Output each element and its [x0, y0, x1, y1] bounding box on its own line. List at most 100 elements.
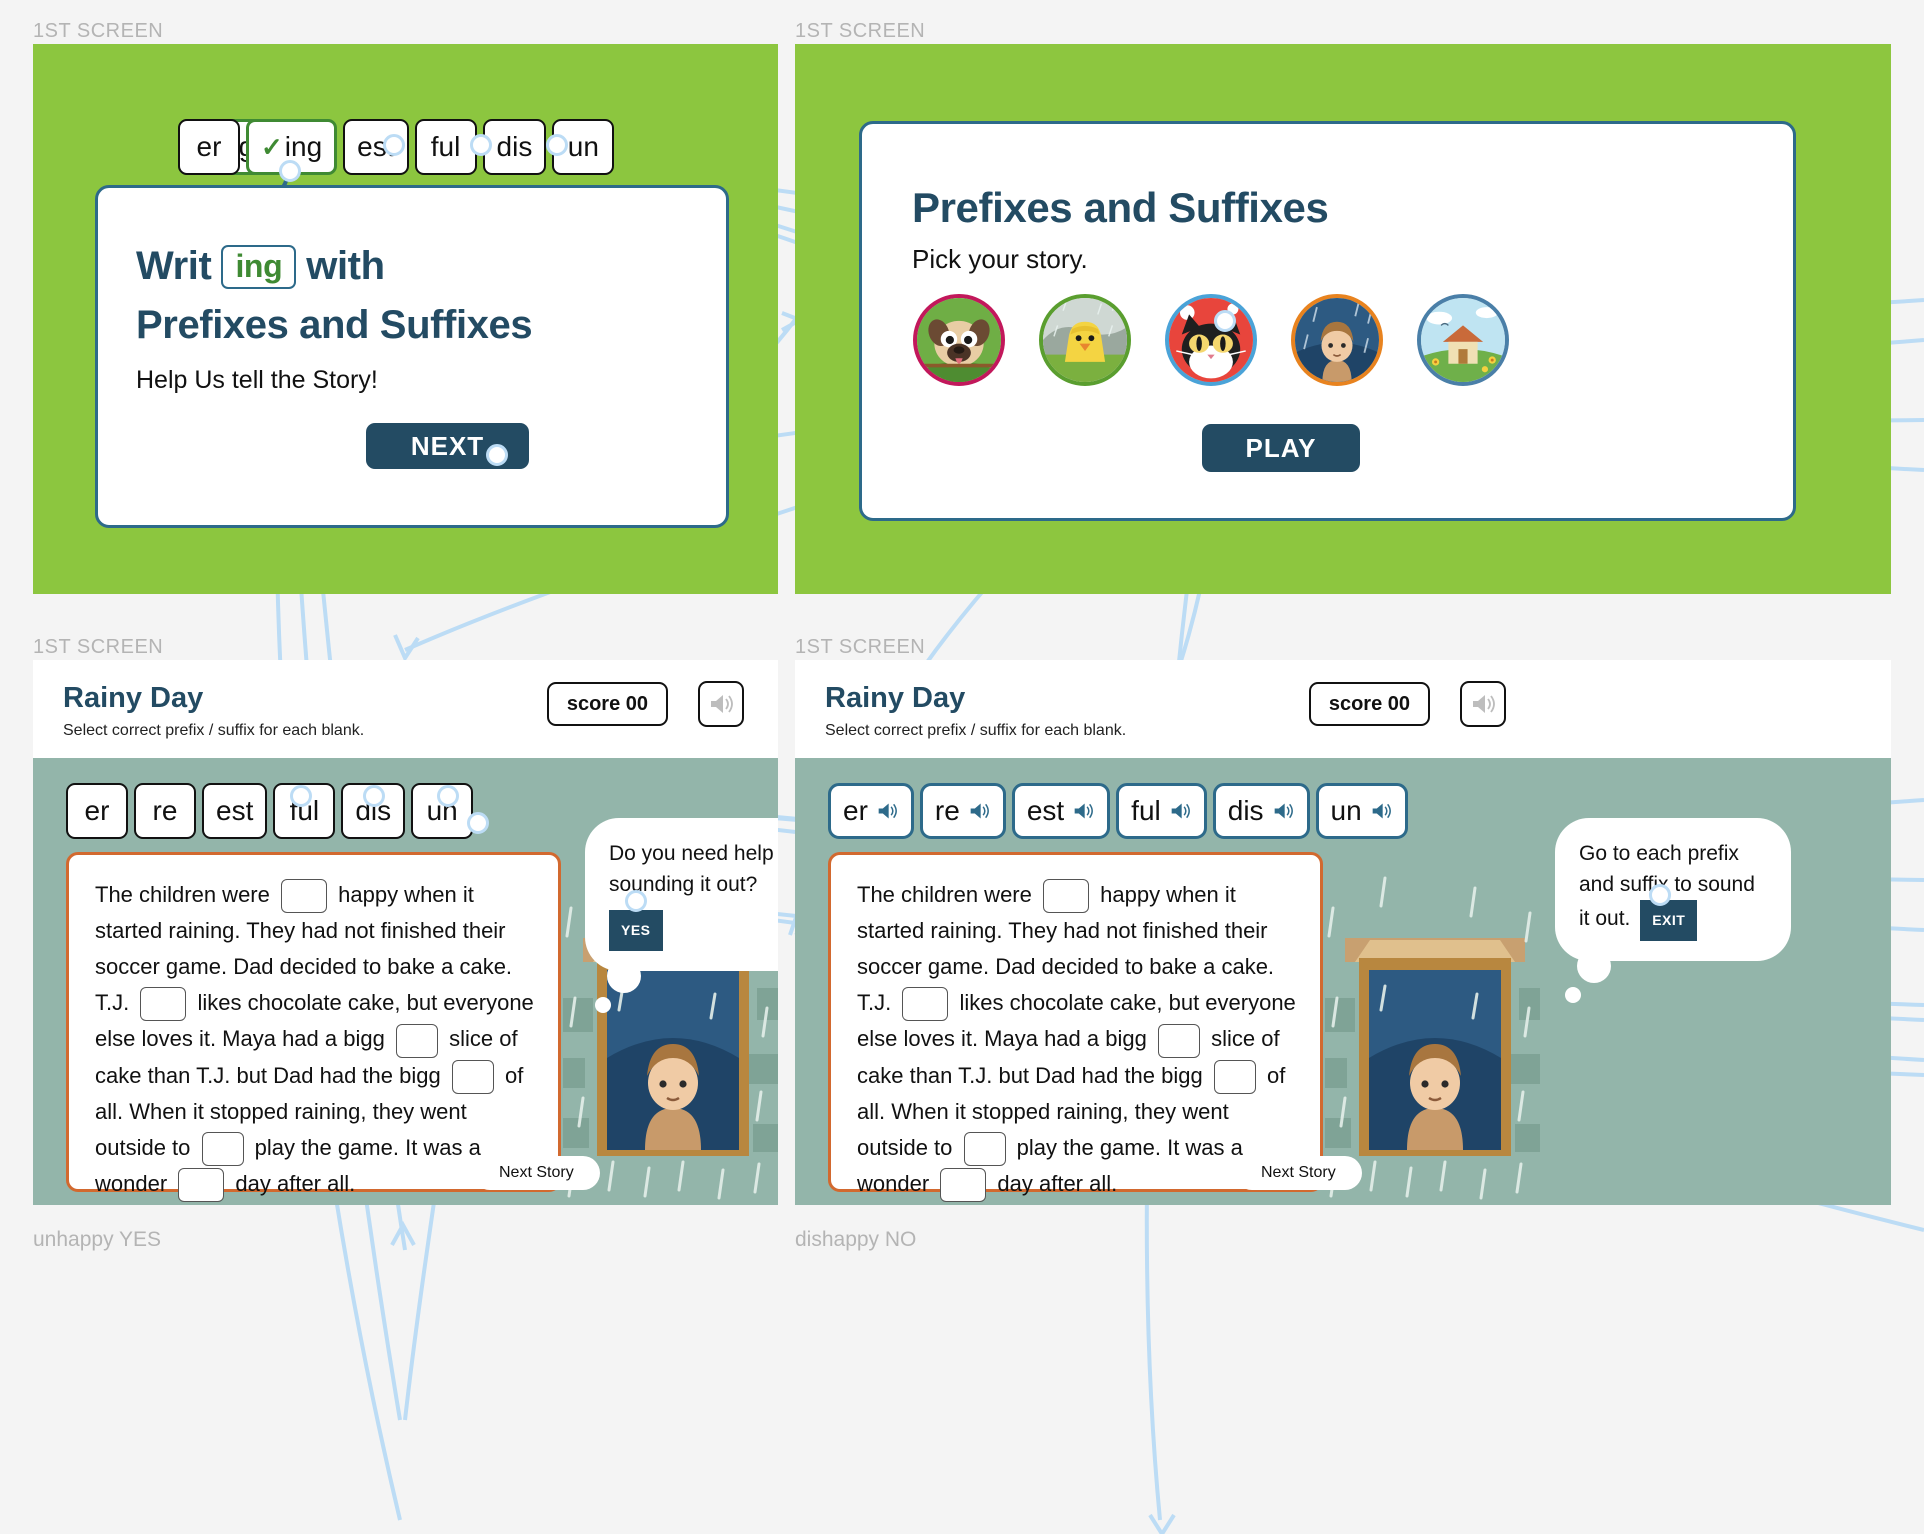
story-blank[interactable] — [902, 987, 949, 1022]
wireframe-canvas: 1ST SCREEN ✓ing er ✓ing est ful dis un W… — [0, 0, 1924, 1534]
intro-title-post: with — [306, 244, 385, 288]
story-blank[interactable] — [963, 1131, 1006, 1166]
link-node[interactable] — [470, 134, 492, 156]
bottom-note-left: unhappy YES — [33, 1228, 162, 1251]
score-badge: score 00 — [546, 682, 668, 726]
help-bubble-left: Do you need help sounding it out? YES — [585, 818, 778, 1013]
speaker-icon-button[interactable] — [1460, 681, 1506, 727]
chip-label: er — [84, 795, 110, 826]
story-body-right: er re est ful dis un The children were h… — [795, 758, 1891, 1205]
link-node[interactable] — [1649, 884, 1671, 906]
link-node[interactable] — [383, 134, 405, 156]
story-chip-un[interactable]: un — [1315, 783, 1408, 839]
intro-title-pre: Writ — [136, 244, 212, 288]
speaker-icon — [1171, 803, 1190, 819]
link-node[interactable] — [625, 890, 647, 912]
help-bubble-right: Go to each prefix and suffix to sound it… — [1555, 818, 1791, 1003]
bottom-note-right: dishappy NO — [795, 1228, 917, 1251]
score-badge: score 00 — [1308, 682, 1430, 726]
intro-title-line1: Writ ing with — [136, 244, 726, 289]
link-node[interactable] — [467, 812, 489, 834]
story-blank[interactable] — [1213, 1059, 1256, 1094]
link-node[interactable] — [1214, 310, 1236, 332]
intro-subtitle: Help Us tell the Story! — [136, 366, 378, 394]
rainy-day-illustration — [1295, 298, 1379, 382]
story-chip-est[interactable]: est — [1011, 783, 1111, 839]
exit-button[interactable]: EXIT — [1640, 900, 1698, 941]
house-illustration — [1421, 298, 1505, 382]
story-body-left: er re est ful dis un The children were h… — [33, 758, 778, 1205]
story-chip-re[interactable]: re — [919, 783, 1006, 839]
house-story-avatar[interactable] — [1417, 294, 1509, 386]
story-title: Rainy Day — [63, 682, 204, 714]
story-text-seg: day after all. — [997, 1170, 1118, 1196]
story-text-card-left: The children were happy when it started … — [66, 852, 561, 1203]
story-text-card-right: The children were happy when it started … — [828, 852, 1323, 1203]
duck-raincoat-illustration — [1043, 298, 1127, 382]
cat-story-avatar[interactable] — [1165, 294, 1257, 386]
story-chip-ful[interactable]: ful — [1116, 783, 1207, 839]
duck-raincoat-story-avatar[interactable] — [1039, 294, 1131, 386]
story-header-right: Rainy Day Select correct prefix / suffix… — [795, 660, 1891, 758]
link-node[interactable] — [437, 785, 459, 807]
speaker-icon — [878, 803, 897, 819]
story-text-seg: The children were — [857, 882, 1032, 907]
story-text-right: The children were happy when it started … — [831, 855, 1320, 1205]
story-blank[interactable] — [201, 1131, 244, 1166]
story-blank[interactable] — [451, 1059, 494, 1094]
story-chip-row-right: er re est ful dis un — [828, 783, 1408, 839]
yes-button[interactable]: YES — [609, 910, 663, 951]
story-chip-re[interactable]: re — [134, 783, 196, 839]
next-story-button-right[interactable]: Next Story — [1235, 1156, 1362, 1190]
link-node[interactable] — [486, 444, 508, 466]
chip-label: est — [216, 795, 254, 826]
link-node[interactable] — [279, 160, 301, 182]
link-node[interactable] — [546, 134, 568, 156]
chip-label: ful — [1131, 795, 1161, 826]
screen-label-top-right: 1ST SCREEN — [795, 20, 926, 42]
pug-story-avatar[interactable] — [913, 294, 1005, 386]
story-picker-card: Prefixes and Suffixes Pick your story. P… — [859, 121, 1796, 521]
speaker-icon — [1274, 803, 1293, 819]
link-node[interactable] — [363, 785, 385, 807]
story-blank[interactable] — [395, 1023, 438, 1058]
story-blank[interactable] — [940, 1168, 987, 1203]
story-instruction: Select correct prefix / suffix for each … — [63, 722, 365, 739]
story-title: Rainy Day — [825, 682, 966, 714]
story-avatar-row — [913, 294, 1509, 386]
link-node[interactable] — [290, 785, 312, 807]
chip-label: dis — [1227, 795, 1264, 826]
story-panel-left: Rainy Day Select correct prefix / suffix… — [33, 660, 778, 1205]
story-text-seg: The children were — [95, 882, 270, 907]
speaker-icon — [1074, 803, 1094, 819]
story-picker-panel: Prefixes and Suffixes Pick your story. P… — [795, 44, 1891, 594]
speaker-icon — [1473, 695, 1495, 713]
pug-illustration — [917, 298, 1001, 382]
story-chip-est[interactable]: est — [202, 783, 268, 839]
story-blank[interactable] — [1157, 1023, 1200, 1058]
story-blank[interactable] — [1043, 879, 1089, 914]
story-chip-er[interactable]: er — [828, 783, 914, 839]
chip-label: est — [1026, 795, 1065, 826]
speaker-icon-button[interactable] — [698, 681, 744, 727]
story-text-seg: day after all. — [235, 1170, 356, 1196]
picker-title: Prefixes and Suffixes — [912, 184, 1329, 231]
rainy-day-story-avatar[interactable] — [1291, 294, 1383, 386]
chip-label: re — [934, 795, 960, 826]
story-blank[interactable] — [140, 987, 187, 1022]
play-button[interactable]: PLAY — [1202, 424, 1360, 472]
cat-illustration — [1169, 298, 1253, 382]
chip-label: er — [843, 795, 868, 826]
story-blank[interactable] — [281, 879, 327, 914]
next-story-button-left[interactable]: Next Story — [473, 1156, 600, 1190]
story-blank[interactable] — [178, 1168, 225, 1203]
story-chip-row-left: er re est ful dis un — [66, 783, 474, 839]
story-header-left: Rainy Day Select correct prefix / suffix… — [33, 660, 778, 758]
speaker-icon — [970, 803, 989, 819]
screen-label-top-left: 1ST SCREEN — [33, 20, 164, 42]
story-panel-right: Rainy Day Select correct prefix / suffix… — [795, 660, 1891, 1205]
story-chip-dis[interactable]: dis — [1212, 783, 1310, 839]
story-chip-er[interactable]: er — [66, 783, 128, 839]
intro-card: Writ ing with Prefixes and Suffixes Help… — [95, 185, 729, 528]
story-text-left: The children were happy when it started … — [69, 855, 558, 1205]
